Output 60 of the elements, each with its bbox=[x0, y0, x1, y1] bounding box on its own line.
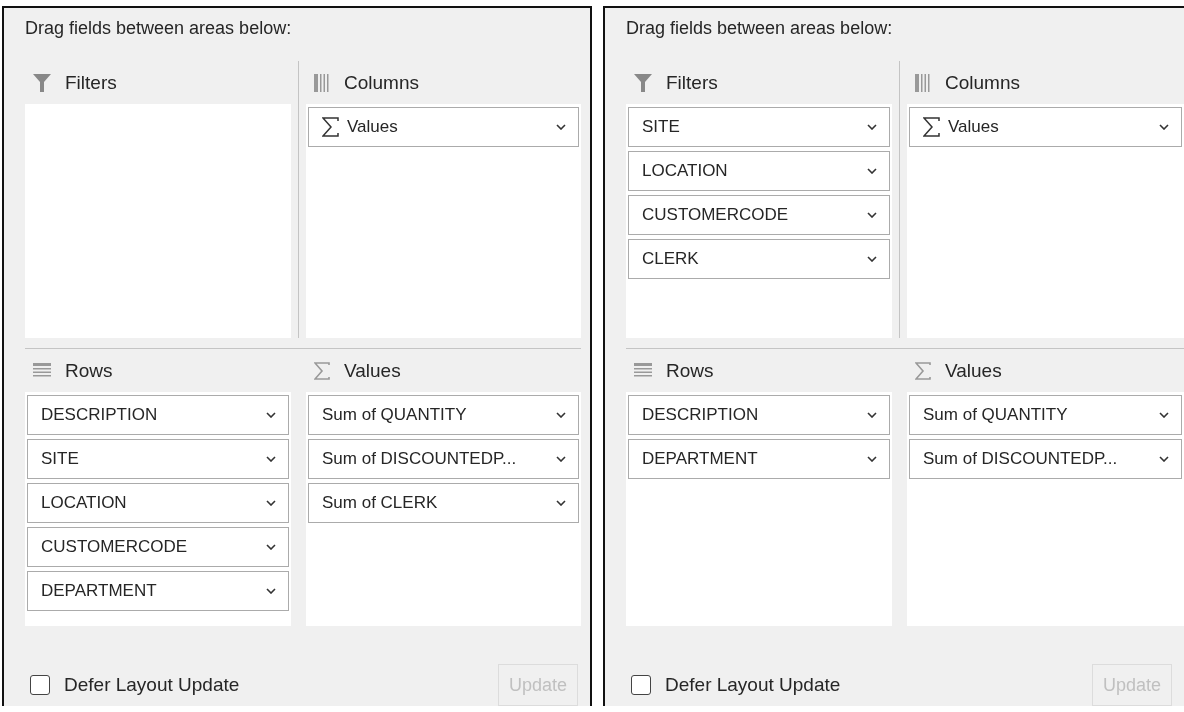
field-chip[interactable]: DEPARTMENT bbox=[27, 571, 289, 611]
chevron-down-icon bbox=[556, 412, 566, 418]
field-chip[interactable]: DESCRIPTION bbox=[27, 395, 289, 435]
field-chip[interactable]: CLERK bbox=[628, 239, 890, 279]
rows-icon bbox=[33, 363, 51, 378]
chevron-down-icon bbox=[867, 456, 877, 462]
field-chip[interactable]: Sum of CLERK bbox=[308, 483, 579, 523]
field-chip[interactable]: CUSTOMERCODE bbox=[628, 195, 890, 235]
area-title: Filters bbox=[666, 71, 718, 94]
rows-icon bbox=[634, 363, 652, 378]
chevron-down-icon bbox=[867, 412, 877, 418]
field-chip[interactable]: Sum of QUANTITY bbox=[308, 395, 579, 435]
instruction-text: Drag fields between areas below: bbox=[25, 18, 292, 40]
area-title: Values bbox=[945, 359, 1002, 382]
chevron-down-icon bbox=[867, 256, 877, 262]
area-title: Columns bbox=[945, 71, 1020, 94]
field-chip[interactable]: DEPARTMENT bbox=[628, 439, 890, 479]
checkbox[interactable] bbox=[631, 675, 651, 695]
sigma-icon bbox=[314, 361, 330, 380]
sigma-icon bbox=[915, 361, 931, 380]
chevron-down-icon bbox=[556, 124, 566, 130]
chevron-down-icon bbox=[266, 412, 276, 418]
field-chip[interactable]: DESCRIPTION bbox=[628, 395, 890, 435]
field-chip[interactable]: Sum of DISCOUNTEDP... bbox=[909, 439, 1182, 479]
area-title: Rows bbox=[666, 359, 714, 382]
chevron-down-icon bbox=[556, 456, 566, 462]
area-title: Rows bbox=[65, 359, 113, 382]
field-chip[interactable]: Values bbox=[308, 107, 579, 147]
filter-icon bbox=[634, 73, 652, 92]
chevron-down-icon bbox=[1159, 412, 1169, 418]
area-title: Columns bbox=[344, 71, 419, 94]
filter-icon bbox=[33, 73, 51, 92]
checkbox[interactable] bbox=[30, 675, 50, 695]
field-chip[interactable]: Sum of QUANTITY bbox=[909, 395, 1182, 435]
chevron-down-icon bbox=[266, 544, 276, 550]
chevron-down-icon bbox=[266, 456, 276, 462]
sigma-icon bbox=[322, 117, 339, 137]
field-chip[interactable]: LOCATION bbox=[27, 483, 289, 523]
area-title: Values bbox=[344, 359, 401, 382]
columns-icon bbox=[915, 73, 931, 92]
field-chip[interactable]: Values bbox=[909, 107, 1182, 147]
field-chip[interactable]: Sum of DISCOUNTEDP... bbox=[308, 439, 579, 479]
chevron-down-icon bbox=[867, 168, 877, 174]
chevron-down-icon bbox=[1159, 124, 1169, 130]
chevron-down-icon bbox=[266, 500, 276, 506]
field-chip[interactable]: CUSTOMERCODE bbox=[27, 527, 289, 567]
field-chip[interactable]: SITE bbox=[628, 107, 890, 147]
checkbox-label: Defer Layout Update bbox=[665, 674, 841, 696]
sigma-icon bbox=[923, 117, 940, 137]
chevron-down-icon bbox=[867, 124, 877, 130]
instruction-text: Drag fields between areas below: bbox=[626, 18, 893, 40]
chevron-down-icon bbox=[556, 500, 566, 506]
field-chip[interactable]: LOCATION bbox=[628, 151, 890, 191]
area-title: Filters bbox=[65, 71, 117, 94]
checkbox-label: Defer Layout Update bbox=[64, 674, 240, 696]
chevron-down-icon bbox=[867, 212, 877, 218]
chevron-down-icon bbox=[1159, 456, 1169, 462]
columns-icon bbox=[314, 73, 330, 92]
chevron-down-icon bbox=[266, 588, 276, 594]
field-chip[interactable]: SITE bbox=[27, 439, 289, 479]
